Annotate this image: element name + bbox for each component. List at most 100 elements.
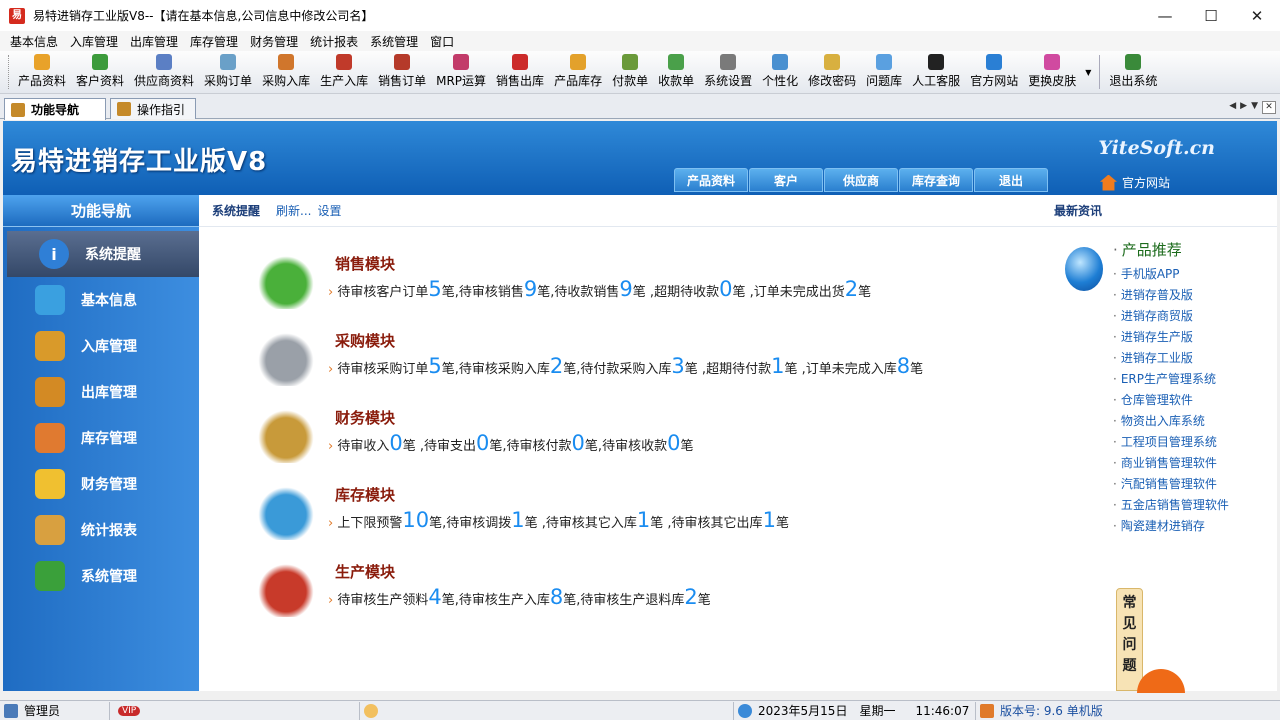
stat-label[interactable]: 待审核生产入库 [459,593,550,608]
toolbar-button[interactable]: 收款单 [653,54,699,93]
stat-label[interactable]: 订单未完成入库 [806,362,897,377]
stat-label[interactable]: 待付款采购入库 [580,362,671,377]
stat-label[interactable]: 上下限预警 [337,516,402,531]
tab-prev-icon[interactable]: ◀ [1229,101,1236,114]
news-link[interactable]: 进销存工业版 [1113,348,1229,369]
stat-label[interactable]: 待审收入 [337,439,389,454]
menu-item[interactable]: 统计报表 [304,33,364,50]
stat-label[interactable]: 待审核客户订单 [337,285,428,300]
toolbar-button[interactable]: 产品库存 [549,54,607,93]
stat-count[interactable]: 2 [684,585,697,609]
toolbar-grip[interactable] [8,55,11,89]
module-title[interactable]: 财务模块 [335,407,395,428]
stat-count[interactable]: 0 [719,277,732,301]
stat-label[interactable]: 超期待收款 [654,285,719,300]
close-icon[interactable]: ✕ [1234,0,1280,31]
toolbar-button[interactable]: 产品资料 [13,54,71,93]
stat-count[interactable]: 9 [524,277,537,301]
news-link[interactable]: 手机版APP [1113,264,1229,285]
stat-label[interactable]: 待审核生产领料 [337,593,428,608]
stat-count[interactable]: 0 [389,431,402,455]
toolbar-button[interactable]: 问题库 [861,54,907,93]
news-link[interactable]: 陶瓷建材进销存 [1113,516,1229,537]
stat-count[interactable]: 2 [550,354,563,378]
sidebar-item[interactable]: 系统管理 [3,553,199,599]
stat-label[interactable]: 待审核生产退料库 [580,593,684,608]
news-link[interactable]: 物资出入库系统 [1113,411,1229,432]
toolbar-button[interactable]: 供应商资料 [129,54,199,93]
stat-count[interactable]: 1 [763,508,776,532]
toolbar-button[interactable]: MRP运算 [431,54,491,93]
menu-item[interactable]: 系统管理 [364,33,424,50]
news-link[interactable]: 进销存商贸版 [1113,306,1229,327]
stat-count[interactable]: 1 [637,508,650,532]
banner-tab[interactable]: 客户 [749,168,823,192]
tab-close-icon[interactable]: ✕ [1262,101,1276,114]
banner-tab[interactable]: 产品资料 [674,168,748,192]
stat-count[interactable]: 0 [476,431,489,455]
sidebar-item[interactable]: 统计报表 [3,507,199,553]
menu-item[interactable]: 财务管理 [244,33,304,50]
official-site-link[interactable]: 官方网站 [1100,174,1170,191]
news-link[interactable]: 五金店销售管理软件 [1113,495,1229,516]
toolbar-button[interactable]: 系统设置 [699,54,757,93]
banner-tab[interactable]: 供应商 [824,168,898,192]
stat-count[interactable]: 9 [619,277,632,301]
toolbar-button[interactable]: 客户资料 [71,54,129,93]
stat-count[interactable]: 0 [667,431,680,455]
banner-tab[interactable]: 库存查询 [899,168,973,192]
stat-count[interactable]: 4 [428,585,441,609]
toolbar-button[interactable]: 销售订单 [373,54,431,93]
stat-count[interactable]: 5 [428,354,441,378]
toolbar-button[interactable]: 采购订单 [199,54,257,93]
tab-function-nav[interactable]: 功能导航 [4,98,106,120]
menu-item[interactable]: 库存管理 [184,33,244,50]
sidebar-item[interactable]: i 系统提醒 [7,231,199,277]
stat-label[interactable]: 待审核调拨 [446,516,511,531]
stat-label[interactable]: 待审核采购订单 [337,362,428,377]
stat-count[interactable]: 1 [511,508,524,532]
stat-count[interactable]: 8 [897,354,910,378]
toolbar-button[interactable]: 退出系统 [1104,54,1162,93]
stat-count[interactable]: 8 [550,585,563,609]
stat-label[interactable]: 待收款销售 [554,285,619,300]
toolbar-button[interactable]: 付款单 [607,54,653,93]
module-title[interactable]: 销售模块 [335,253,395,274]
news-link[interactable]: 工程项目管理系统 [1113,432,1229,453]
stat-label[interactable]: 待审支出 [424,439,476,454]
toolbar-button[interactable]: 官方网站 [965,54,1023,93]
news-link[interactable]: 商业销售管理软件 [1113,453,1229,474]
tab-operation-guide[interactable]: 操作指引 [110,98,196,119]
menu-item[interactable]: 入库管理 [64,33,124,50]
stat-count[interactable]: 2 [845,277,858,301]
tab-list-icon[interactable]: ▼ [1251,101,1258,114]
toolbar-button[interactable]: 修改密码 [803,54,861,93]
stat-count[interactable]: 3 [671,354,684,378]
minimize-icon[interactable]: — [1142,0,1188,31]
settings-link[interactable]: 设置 [317,202,341,219]
news-link[interactable]: 进销存生产版 [1113,327,1229,348]
stat-label[interactable]: 待审核收款 [602,439,667,454]
stat-count[interactable]: 0 [572,431,585,455]
toolbar-button[interactable]: 更换皮肤 [1023,54,1081,93]
stat-label[interactable]: 订单未完成出货 [754,285,845,300]
news-link[interactable]: 汽配销售管理软件 [1113,474,1229,495]
news-link[interactable]: 仓库管理软件 [1113,390,1229,411]
sidebar-item[interactable]: 出库管理 [3,369,199,415]
maximize-icon[interactable]: ☐ [1188,0,1234,31]
stat-label[interactable]: 待审核付款 [507,439,572,454]
menu-item[interactable]: 出库管理 [124,33,184,50]
stat-label[interactable]: 待审核采购入库 [459,362,550,377]
stat-count[interactable]: 1 [771,354,784,378]
refresh-link[interactable]: 刷新... [276,202,311,219]
stat-count[interactable]: 5 [428,277,441,301]
sidebar-item[interactable]: 基本信息 [3,277,199,323]
tab-next-icon[interactable]: ▶ [1240,101,1247,114]
stat-count[interactable]: 10 [402,508,429,532]
stat-label[interactable]: 待审核销售 [459,285,524,300]
sidebar-item[interactable]: 入库管理 [3,323,199,369]
sidebar-item[interactable]: 库存管理 [3,415,199,461]
menu-item[interactable]: 基本信息 [4,33,64,50]
module-title[interactable]: 采购模块 [335,330,395,351]
menu-item[interactable]: 窗口 [424,33,460,50]
